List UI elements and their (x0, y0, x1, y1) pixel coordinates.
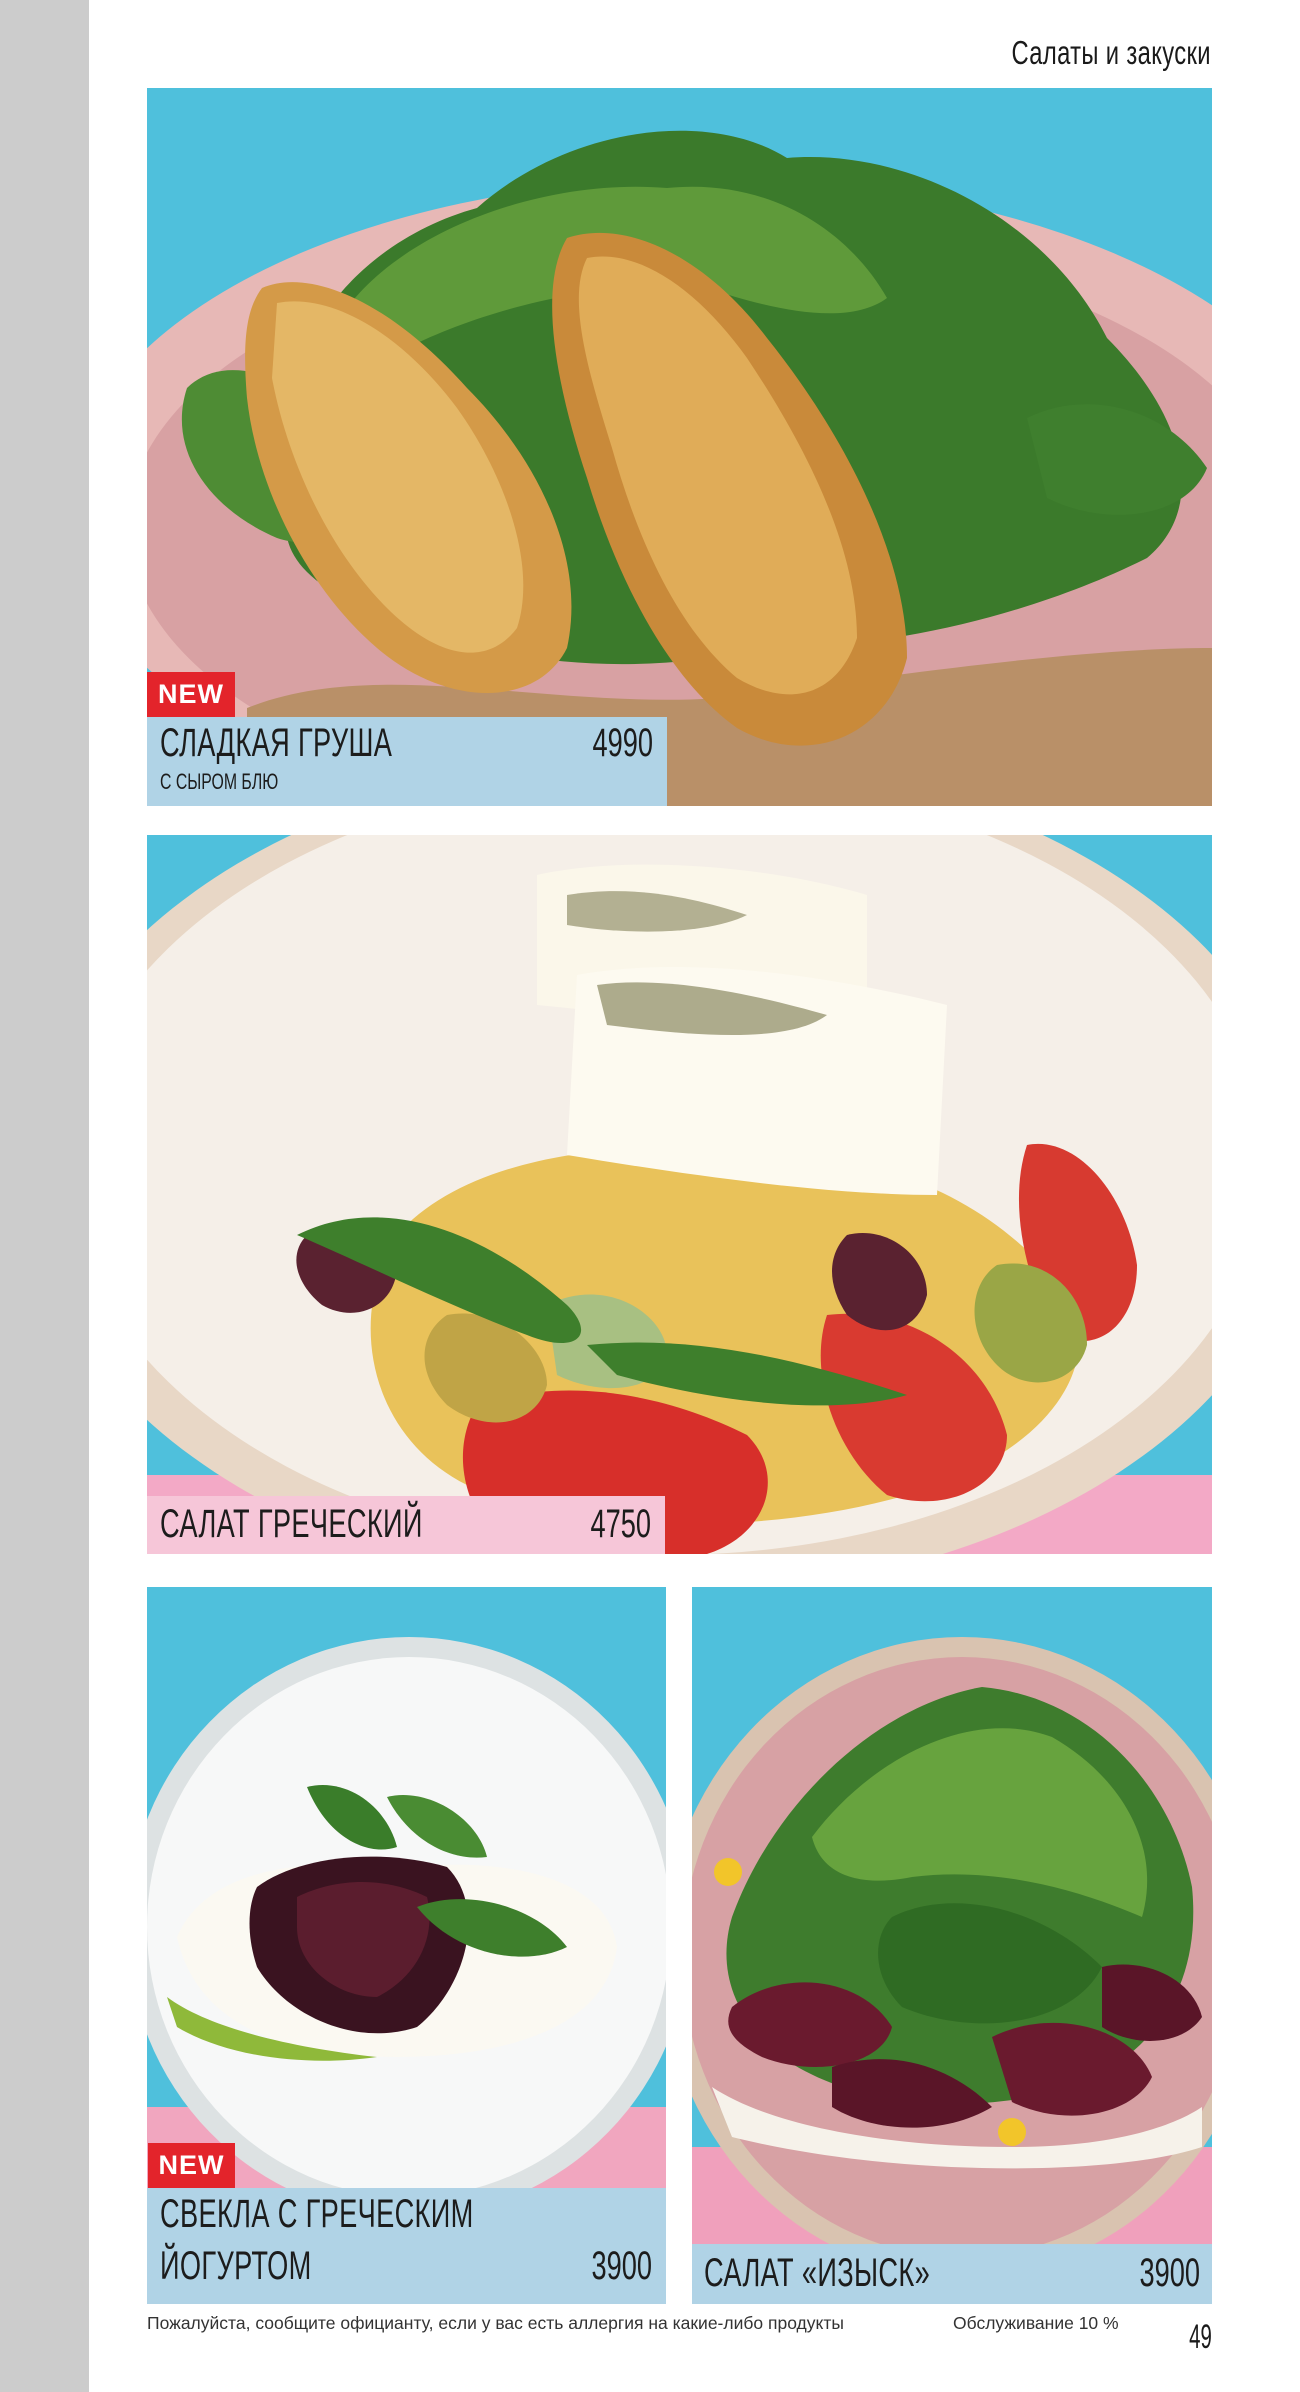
section-title: Салаты и закуски (1011, 34, 1211, 71)
new-badge: NEW (148, 2143, 235, 2188)
dish-label-izysk: САЛАТ «ИЗЫСК» 3900 (692, 2244, 1212, 2304)
service-charge-note: Обслуживание 10 % (953, 2313, 1119, 2333)
greek-salad-photo (147, 835, 1212, 1554)
allergy-note: Пожалуйста, сообщите официанту, если у в… (147, 2313, 844, 2333)
dish-subtitle: С СЫРОМ БЛЮ (160, 769, 279, 794)
dish-name: САЛАТ ГРЕЧЕСКИЙ (160, 1502, 423, 1546)
dish-price: 4990 (592, 721, 653, 765)
dish-label-greek: САЛАТ ГРЕЧЕСКИЙ 4750 (147, 1496, 665, 1554)
dish-name-line1: СВЕКЛА С ГРЕЧЕСКИМ (160, 2192, 474, 2236)
dish-name: САЛАТ «ИЗЫСК» (704, 2251, 931, 2295)
dish-price: 4750 (590, 1502, 651, 1546)
dish-label-pear: СЛАДКАЯ ГРУША С СЫРОМ БЛЮ 4990 (147, 717, 667, 806)
dish-label-beet: СВЕКЛА С ГРЕЧЕСКИМ ЙОГУРТОМ 3900 (147, 2188, 666, 2304)
page-number: 49 (1189, 2318, 1212, 2356)
pear-salad-photo (147, 88, 1212, 806)
left-gray-strip (0, 0, 89, 2392)
dish-price: 3900 (1139, 2251, 1200, 2295)
dish-name: СЛАДКАЯ ГРУША (160, 721, 393, 765)
dish-price: 3900 (591, 2244, 652, 2288)
new-badge: NEW (147, 672, 235, 717)
dish-name-line2: ЙОГУРТОМ (160, 2244, 312, 2288)
izysk-salad-photo (692, 1587, 1212, 2304)
